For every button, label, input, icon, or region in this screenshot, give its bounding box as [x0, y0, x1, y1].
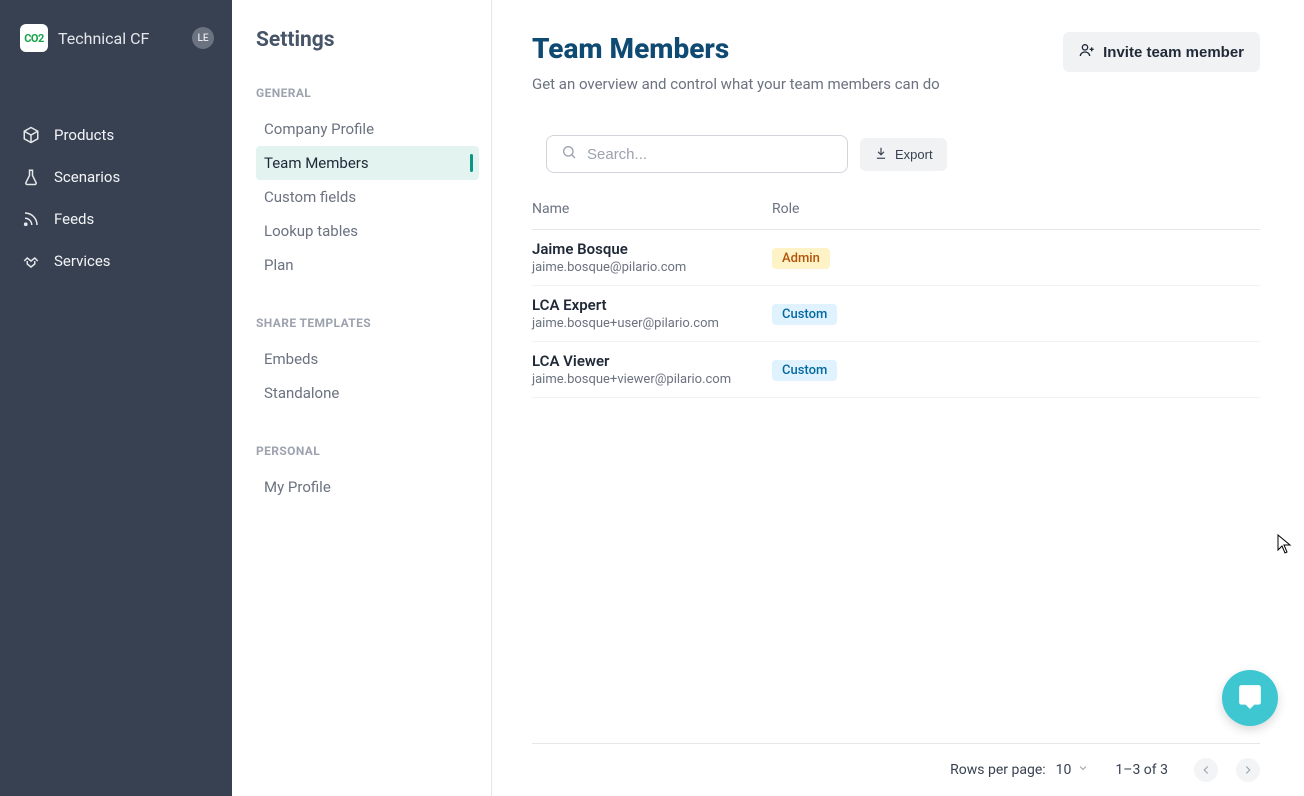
member-name: Jaime Bosque: [532, 240, 772, 258]
settings-title: Settings: [256, 28, 479, 52]
export-button[interactable]: Export: [860, 138, 947, 171]
settings-group-label: SHARE TEMPLATES: [256, 316, 479, 330]
nav-item-products[interactable]: Products: [0, 116, 232, 154]
chevron-down-icon: [1077, 762, 1089, 778]
flask-icon: [22, 168, 40, 186]
cursor-icon: [1277, 534, 1293, 558]
brand[interactable]: CO2 Technical CF: [20, 24, 149, 52]
member-email: jaime.bosque@pilario.com: [532, 260, 772, 275]
primary-sidebar: CO2 Technical CF LE Products Scenarios F…: [0, 0, 232, 796]
invite-team-member-button[interactable]: Invite team member: [1063, 32, 1260, 72]
prev-page-button[interactable]: [1194, 758, 1218, 782]
settings-item-team-members[interactable]: Team Members: [256, 146, 479, 180]
members-table: Name Role Jaime Bosque jaime.bosque@pila…: [532, 201, 1260, 398]
brand-logo: CO2: [20, 24, 48, 52]
settings-item-company-profile[interactable]: Company Profile: [256, 112, 479, 146]
member-email: jaime.bosque+viewer@pilario.com: [532, 372, 772, 387]
nav-item-label: Products: [54, 126, 114, 144]
export-label: Export: [895, 147, 933, 162]
settings-group-personal: PERSONAL My Profile: [256, 444, 479, 504]
next-page-button[interactable]: [1236, 758, 1260, 782]
nav-item-label: Feeds: [54, 210, 94, 228]
cube-icon: [22, 126, 40, 144]
nav-item-label: Services: [54, 252, 111, 270]
rss-icon: [22, 210, 40, 228]
chat-icon: [1237, 683, 1263, 713]
chat-fab[interactable]: [1222, 670, 1278, 726]
rows-per-page-select[interactable]: 10: [1056, 762, 1090, 778]
table-header: Name Role: [532, 201, 1260, 230]
search-icon: [561, 144, 577, 164]
member-name: LCA Viewer: [532, 352, 772, 370]
settings-group-general: GENERAL Company Profile Team Members Cus…: [256, 86, 479, 282]
settings-group-label: PERSONAL: [256, 444, 479, 458]
page-subtitle: Get an overview and control what your te…: [532, 75, 940, 93]
invite-label: Invite team member: [1103, 44, 1244, 61]
nav-item-feeds[interactable]: Feeds: [0, 200, 232, 238]
rows-per-page: Rows per page: 10: [950, 762, 1089, 778]
rows-value: 10: [1056, 762, 1072, 778]
page-title: Team Members: [532, 32, 940, 65]
sidebar-header: CO2 Technical CF LE: [0, 16, 232, 76]
search-input[interactable]: [587, 146, 833, 163]
user-plus-icon: [1079, 42, 1095, 62]
role-badge: Custom: [772, 360, 837, 381]
table-row[interactable]: LCA Expert jaime.bosque+user@pilario.com…: [532, 286, 1260, 342]
settings-sidebar: Settings GENERAL Company Profile Team Me…: [232, 0, 492, 796]
settings-item-standalone[interactable]: Standalone: [256, 376, 479, 410]
download-icon: [874, 146, 888, 163]
page-range: 1–3 of 3: [1115, 762, 1168, 778]
main-header: Team Members Get an overview and control…: [532, 32, 1260, 93]
handshake-icon: [22, 252, 40, 270]
avatar[interactable]: LE: [192, 27, 214, 49]
settings-group-label: GENERAL: [256, 86, 479, 100]
primary-nav-list: Products Scenarios Feeds Services: [0, 116, 232, 280]
brand-name: Technical CF: [58, 29, 149, 48]
toolbar: Export: [546, 135, 1260, 173]
nav-item-services[interactable]: Services: [0, 242, 232, 280]
search-field-wrapper[interactable]: [546, 135, 848, 173]
main-content: Team Members Get an overview and control…: [492, 0, 1304, 796]
pagination: Rows per page: 10 1–3 of 3: [532, 743, 1260, 782]
settings-item-lookup-tables[interactable]: Lookup tables: [256, 214, 479, 248]
nav-item-label: Scenarios: [54, 168, 120, 186]
member-email: jaime.bosque+user@pilario.com: [532, 316, 772, 331]
settings-item-plan[interactable]: Plan: [256, 248, 479, 282]
column-role: Role: [772, 201, 799, 217]
column-name: Name: [532, 201, 772, 217]
role-badge: Custom: [772, 304, 837, 325]
table-row[interactable]: LCA Viewer jaime.bosque+viewer@pilario.c…: [532, 342, 1260, 398]
rows-label: Rows per page:: [950, 762, 1045, 778]
nav-item-scenarios[interactable]: Scenarios: [0, 158, 232, 196]
settings-item-my-profile[interactable]: My Profile: [256, 470, 479, 504]
settings-item-embeds[interactable]: Embeds: [256, 342, 479, 376]
role-badge: Admin: [772, 248, 830, 269]
settings-group-share: SHARE TEMPLATES Embeds Standalone: [256, 316, 479, 410]
table-row[interactable]: Jaime Bosque jaime.bosque@pilario.com Ad…: [532, 230, 1260, 286]
settings-item-custom-fields[interactable]: Custom fields: [256, 180, 479, 214]
member-name: LCA Expert: [532, 296, 772, 314]
pager: [1194, 758, 1260, 782]
